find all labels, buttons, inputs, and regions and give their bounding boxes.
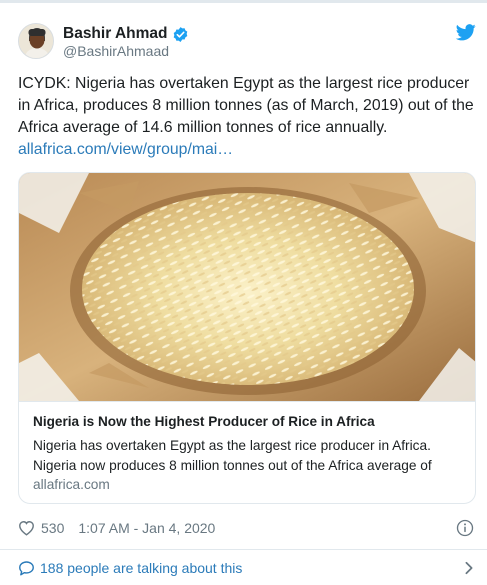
speech-bubble-icon [19,561,34,576]
avatar[interactable] [18,23,54,59]
tweet-body: ICYDK: Nigeria has overtaken Egypt as th… [18,75,474,136]
conversation-link[interactable]: 188 people are talking about this [18,558,476,578]
name-row: Bashir Ahmad [63,24,189,44]
verified-badge-icon [173,26,187,42]
twitter-bird-icon[interactable] [456,24,476,41]
author-name[interactable]: Bashir Ahmad [63,25,168,43]
link-card[interactable]: Nigeria is Now the Highest Producer of R… [18,172,476,504]
card-domain: allafrica.com [33,477,110,492]
heart-icon[interactable] [18,520,35,536]
author-block: Bashir Ahmad @BashirAhmaad [63,24,189,59]
conversation-text: 188 people are talking about this [40,560,243,576]
top-divider [0,0,487,3]
tweet-timestamp[interactable]: 1:07 AM - Jan 4, 2020 [78,520,215,536]
avatar-image [19,24,53,58]
card-description: Nigeria has overtaken Egypt as the large… [33,438,432,473]
info-icon[interactable] [456,519,474,537]
tweet-text: ICYDK: Nigeria has overtaken Egypt as th… [18,73,474,161]
tweet-actions: 530 1:07 AM - Jan 4, 2020 [18,518,476,538]
tweet-link[interactable]: allafrica.com/view/group/mai… [18,141,233,158]
card-title: Nigeria is Now the Highest Producer of R… [33,414,375,429]
card-body: Nigeria is Now the Highest Producer of R… [19,401,475,503]
author-handle[interactable]: @BashirAhmaad [63,43,189,59]
like-count[interactable]: 530 [41,520,64,536]
rice-in-sack-photo [19,173,475,401]
chevron-right-icon [465,561,473,575]
tweet-header: Bashir Ahmad @BashirAhmaad [18,22,476,62]
actions-divider [0,549,487,550]
